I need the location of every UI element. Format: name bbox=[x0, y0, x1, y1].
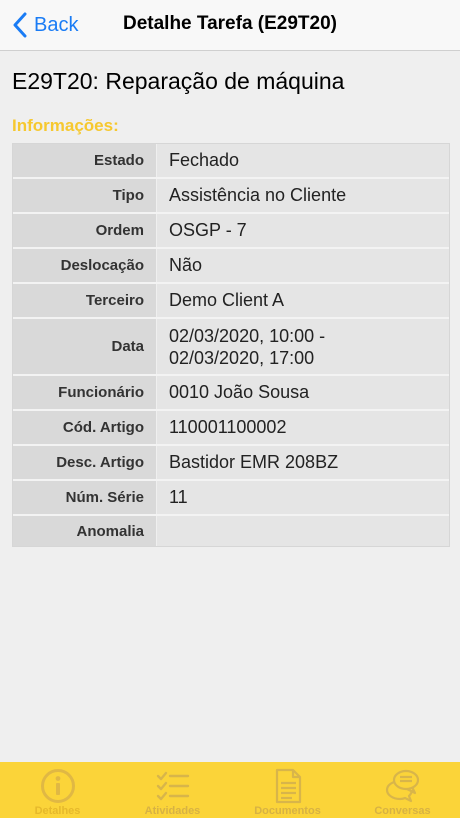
detail-row-estado: Estado Fechado bbox=[13, 144, 449, 179]
detail-row-anomalia: Anomalia bbox=[13, 516, 449, 546]
detail-row-deslocacao: Deslocação Não bbox=[13, 249, 449, 284]
detail-label: Núm. Série bbox=[13, 481, 157, 514]
detail-row-num-serie: Núm. Série 11 bbox=[13, 481, 449, 516]
tab-conversas[interactable]: Conversas bbox=[345, 762, 460, 818]
detail-label: Estado bbox=[13, 144, 157, 177]
detail-row-terceiro: Terceiro Demo Client A bbox=[13, 284, 449, 319]
detail-value bbox=[157, 516, 449, 546]
detail-value: Assistência no Cliente bbox=[157, 179, 449, 212]
detail-value: 110001100002 bbox=[157, 411, 449, 444]
detail-value: Não bbox=[157, 249, 449, 282]
page-title: E29T20: Reparação de máquina bbox=[12, 68, 345, 94]
tab-label: Detalhes bbox=[34, 805, 81, 817]
document-icon bbox=[275, 768, 301, 804]
nav-title: Detalhe Tarefa (E29T20) bbox=[122, 13, 337, 34]
detail-value: 11 bbox=[157, 481, 449, 514]
detail-value: OSGP - 7 bbox=[157, 214, 449, 247]
detail-label: Data bbox=[13, 319, 157, 374]
detail-value: 0010 João Sousa bbox=[157, 376, 449, 409]
tab-label: Documentos bbox=[254, 805, 321, 817]
tab-label: Conversas bbox=[374, 805, 431, 817]
detail-label: Ordem bbox=[13, 214, 157, 247]
detail-label: Terceiro bbox=[13, 284, 157, 317]
tab-documentos[interactable]: Documentos bbox=[230, 762, 345, 818]
checklist-icon bbox=[156, 771, 189, 801]
section-label: Informações: bbox=[12, 116, 119, 135]
details-table: Estado Fechado Tipo Assistência no Clien… bbox=[12, 143, 450, 547]
detail-row-tipo: Tipo Assistência no Cliente bbox=[13, 179, 449, 214]
detail-row-desc-artigo: Desc. Artigo Bastidor EMR 208BZ bbox=[13, 446, 449, 481]
detail-label: Anomalia bbox=[13, 516, 157, 546]
tab-bar: Detalhes Atividades Documentos Conversas bbox=[0, 762, 460, 818]
tab-detalhes[interactable]: Detalhes bbox=[0, 762, 115, 818]
detail-label: Tipo bbox=[13, 179, 157, 212]
chat-bubbles-icon bbox=[385, 769, 419, 803]
detail-row-data: Data 02/03/2020, 10:00 - 02/03/2020, 17:… bbox=[13, 319, 449, 376]
detail-row-cod-artigo: Cód. Artigo 110001100002 bbox=[13, 411, 449, 446]
detail-value: Bastidor EMR 208BZ bbox=[157, 446, 449, 479]
tab-atividades[interactable]: Atividades bbox=[115, 762, 230, 818]
tab-label: Atividades bbox=[144, 805, 201, 817]
detail-label: Cód. Artigo bbox=[13, 411, 157, 444]
detail-value: Demo Client A bbox=[157, 284, 449, 317]
navigation-bar: Back Detalhe Tarefa (E29T20) bbox=[0, 0, 460, 51]
detail-label: Desc. Artigo bbox=[13, 446, 157, 479]
info-icon bbox=[40, 769, 75, 803]
detail-value: Fechado bbox=[157, 144, 449, 177]
detail-label: Deslocação bbox=[13, 249, 157, 282]
detail-label: Funcionário bbox=[13, 376, 157, 409]
detail-value: 02/03/2020, 10:00 - 02/03/2020, 17:00 bbox=[157, 319, 449, 374]
detail-row-funcionario: Funcionário 0010 João Sousa bbox=[13, 376, 449, 411]
detail-row-ordem: Ordem OSGP - 7 bbox=[13, 214, 449, 249]
